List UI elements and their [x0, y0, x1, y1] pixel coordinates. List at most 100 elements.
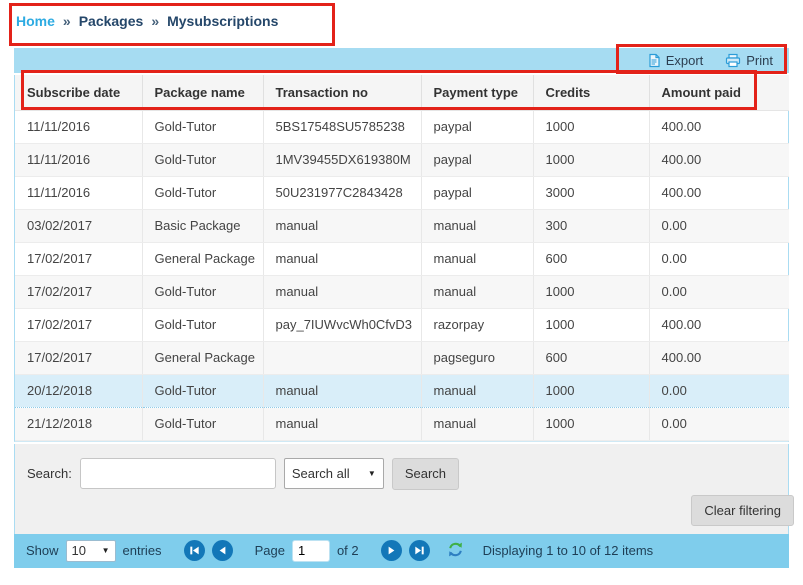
table-cell: pay_7IUWvcWh0CfvD3: [263, 308, 421, 341]
table-cell: 0.00: [649, 407, 789, 440]
export-label: Export: [666, 53, 704, 68]
next-page-button[interactable]: [381, 540, 402, 561]
table-cell: Basic Package: [142, 209, 263, 242]
table-cell: 600: [533, 242, 649, 275]
table-cell: Gold-Tutor: [142, 110, 263, 143]
table-cell: 17/02/2017: [15, 308, 142, 341]
table-cell: 0.00: [649, 242, 789, 275]
table-cell: 400.00: [649, 176, 789, 209]
page-label: Page: [255, 543, 285, 558]
chevron-down-icon: ▼: [368, 469, 376, 478]
search-input[interactable]: [80, 458, 276, 489]
table-row[interactable]: 17/02/2017General Packagepagseguro600400…: [15, 341, 789, 374]
table-cell: Gold-Tutor: [142, 308, 263, 341]
subscriptions-panel: Export Print Subscribe datePackage nameT…: [14, 48, 789, 568]
table-cell: manual: [421, 242, 533, 275]
table-row[interactable]: 21/12/2018Gold-Tutormanualmanual10000.00: [15, 407, 789, 440]
refresh-button[interactable]: [447, 541, 464, 561]
table-cell: 1000: [533, 308, 649, 341]
table-cell: paypal: [421, 110, 533, 143]
table-cell: manual: [263, 374, 421, 407]
search-field-selected-value: Search all: [292, 466, 350, 481]
table-row[interactable]: 20/12/2018Gold-Tutormanualmanual10000.00: [15, 374, 789, 407]
table-cell: General Package: [142, 341, 263, 374]
table-cell: 20/12/2018: [15, 374, 142, 407]
search-button[interactable]: Search: [392, 458, 459, 490]
first-page-button[interactable]: [184, 540, 205, 561]
table-cell: Gold-Tutor: [142, 407, 263, 440]
table-toolbar: Export Print: [14, 48, 789, 73]
entries-per-page-select[interactable]: 10 ▼: [66, 540, 116, 562]
table-row[interactable]: 11/11/2016Gold-Tutor1MV39455DX619380Mpay…: [15, 143, 789, 176]
table-cell: 300: [533, 209, 649, 242]
table-cell: manual: [421, 407, 533, 440]
refresh-icon: [447, 541, 464, 558]
table-cell: manual: [263, 407, 421, 440]
column-header[interactable]: Amount paid: [649, 75, 789, 110]
table-cell: 17/02/2017: [15, 341, 142, 374]
table-cell: 1000: [533, 374, 649, 407]
entries-label: entries: [123, 543, 162, 558]
table-row[interactable]: 17/02/2017General Packagemanualmanual600…: [15, 242, 789, 275]
print-button[interactable]: Print: [725, 53, 773, 68]
table-cell: 1000: [533, 407, 649, 440]
search-label: Search:: [27, 466, 72, 481]
table-cell: 11/11/2016: [15, 110, 142, 143]
table-cell: 600: [533, 341, 649, 374]
table-cell: 1MV39455DX619380M: [263, 143, 421, 176]
breadcrumb-separator: »: [151, 13, 159, 29]
table-cell: 03/02/2017: [15, 209, 142, 242]
table-cell: manual: [263, 242, 421, 275]
table-cell: Gold-Tutor: [142, 275, 263, 308]
table-row[interactable]: 17/02/2017Gold-Tutorpay_7IUWvcWh0CfvD3ra…: [15, 308, 789, 341]
last-page-button[interactable]: [409, 540, 430, 561]
table-cell: Gold-Tutor: [142, 143, 263, 176]
page-count-label: of 2: [337, 543, 359, 558]
export-document-icon: [647, 53, 661, 68]
chevron-down-icon: ▼: [102, 546, 110, 555]
column-header[interactable]: Credits: [533, 75, 649, 110]
first-page-icon: [189, 545, 200, 556]
table-cell: Gold-Tutor: [142, 374, 263, 407]
table-row[interactable]: 17/02/2017Gold-Tutormanualmanual10000.00: [15, 275, 789, 308]
clear-filtering-button[interactable]: Clear filtering: [691, 495, 794, 526]
table-cell: 11/11/2016: [15, 143, 142, 176]
table-cell: 0.00: [649, 275, 789, 308]
breadcrumb-separator: »: [63, 13, 71, 29]
table-cell: paypal: [421, 143, 533, 176]
pagination-bar: Show 10 ▼ entries Page of 2: [14, 534, 789, 568]
export-button[interactable]: Export: [647, 53, 704, 68]
table-cell: manual: [421, 374, 533, 407]
breadcrumb-packages-link[interactable]: Packages: [79, 13, 144, 29]
entries-selected-value: 10: [72, 543, 86, 558]
table-cell: 400.00: [649, 341, 789, 374]
column-header[interactable]: Subscribe date: [15, 75, 142, 110]
table-cell: 400.00: [649, 308, 789, 341]
table-cell: 1000: [533, 110, 649, 143]
column-header[interactable]: Transaction no: [263, 75, 421, 110]
breadcrumb: Home » Packages » Mysubscriptions: [16, 13, 278, 29]
table-cell: 0.00: [649, 374, 789, 407]
table-cell: 50U231977C2843428: [263, 176, 421, 209]
table-cell: razorpay: [421, 308, 533, 341]
displaying-status: Displaying 1 to 10 of 12 items: [483, 543, 654, 558]
breadcrumb-home-link[interactable]: Home: [16, 13, 55, 29]
table-cell: manual: [263, 275, 421, 308]
table-cell: 3000: [533, 176, 649, 209]
search-field-select[interactable]: Search all ▼: [284, 458, 384, 489]
table-header-row: Subscribe datePackage nameTransaction no…: [15, 75, 789, 110]
table-cell: General Package: [142, 242, 263, 275]
table-cell: 17/02/2017: [15, 242, 142, 275]
column-header[interactable]: Payment type: [421, 75, 533, 110]
table-footer-panel: Search: Search all ▼ Search Clear filter…: [14, 444, 789, 534]
table-cell: manual: [421, 209, 533, 242]
breadcrumb-current-page: Mysubscriptions: [167, 13, 278, 29]
table-row[interactable]: 03/02/2017Basic Packagemanualmanual3000.…: [15, 209, 789, 242]
column-header[interactable]: Package name: [142, 75, 263, 110]
page-number-input[interactable]: [292, 540, 330, 562]
table-cell: manual: [421, 275, 533, 308]
table-row[interactable]: 11/11/2016Gold-Tutor5BS17548SU5785238pay…: [15, 110, 789, 143]
table-cell: 0.00: [649, 209, 789, 242]
table-row[interactable]: 11/11/2016Gold-Tutor50U231977C2843428pay…: [15, 176, 789, 209]
previous-page-button[interactable]: [212, 540, 233, 561]
